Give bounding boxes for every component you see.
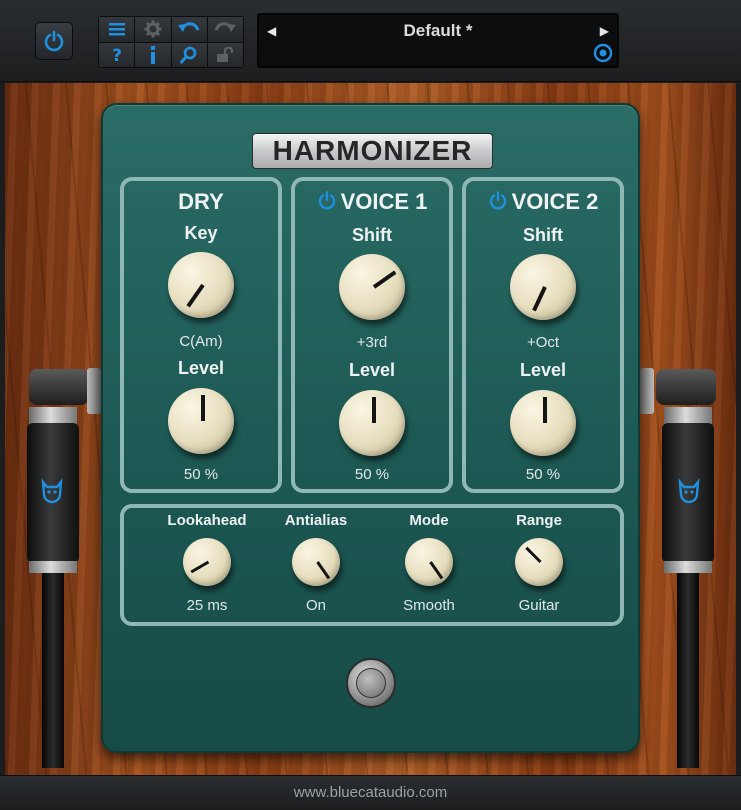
output-jack-socket (640, 368, 654, 414)
info-button[interactable] (135, 42, 171, 67)
dry-title: DRY (178, 189, 224, 214)
help-button[interactable]: ? (99, 42, 135, 67)
undo-icon (178, 22, 200, 33)
voice2-level-value: 50 % (525, 466, 561, 483)
harmonizer-pedal: HARMONIZER DRY Key C(Am) Level 50 % VOIC… (101, 103, 640, 753)
preset-status-indicator[interactable] (593, 43, 613, 68)
undo-button[interactable] (171, 17, 207, 42)
dry-section: DRY Key C(Am) Level 50 % (120, 177, 282, 493)
voice1-level-knob[interactable] (339, 390, 405, 456)
antialias-label: Antialias (284, 512, 348, 529)
voice2-shift-label: Shift (523, 225, 563, 245)
voice1-level-value: 50 % (354, 466, 390, 483)
antialias-value: On (305, 597, 326, 614)
voice2-section: VOICE 2 Shift +Oct Level 50 % (462, 177, 624, 493)
plugin-title: HARMONIZER (252, 133, 493, 169)
voice2-level-knob[interactable] (510, 390, 576, 456)
bypass-footswitch[interactable] (346, 658, 396, 708)
mode-knob[interactable] (405, 538, 453, 586)
antialias-toggle-knob[interactable] (292, 538, 340, 586)
lookahead-label: Lookahead (167, 512, 247, 529)
range-knob[interactable] (515, 538, 563, 586)
key-value: C(Am) (179, 333, 223, 350)
gear-icon (144, 20, 162, 38)
search-button[interactable] (171, 42, 207, 67)
menu-button[interactable] (99, 17, 135, 42)
voice2-power-toggle[interactable] (488, 191, 508, 217)
input-jack-socket (87, 368, 101, 414)
key-knob[interactable] (168, 252, 234, 318)
svg-text:?: ? (112, 46, 122, 64)
power-icon (489, 191, 506, 210)
search-icon (180, 46, 197, 64)
tool-button-grid: ? (98, 16, 244, 68)
top-toolbar: ? ◀ Default * ▶ (0, 0, 741, 82)
voice1-shift-knob[interactable] (339, 254, 405, 320)
mode-value: Smooth (403, 597, 455, 614)
bypass-power-button[interactable] (35, 22, 73, 60)
mode-label: Mode (409, 512, 449, 529)
footswitch-cap (356, 668, 386, 698)
bluecat-logo-icon (38, 476, 66, 504)
dry-level-value: 50 % (183, 466, 219, 483)
voice1-title-row: VOICE 1 (295, 189, 449, 217)
redo-icon (214, 22, 237, 33)
triangle-right-icon: ▶ (599, 24, 609, 38)
voice2-level-label: Level (519, 360, 567, 380)
redo-button[interactable] (207, 17, 243, 42)
lookahead-knob[interactable] (183, 538, 231, 586)
menu-icon (108, 23, 125, 36)
power-icon (593, 43, 613, 63)
range-label: Range (516, 512, 562, 529)
voice1-shift-label: Shift (352, 225, 392, 245)
voice1-level-label: Level (348, 360, 396, 380)
voice1-title: VOICE 1 (340, 189, 428, 214)
dry-level-label: Level (177, 358, 225, 378)
bluecat-logo-icon (675, 476, 703, 504)
info-icon (150, 45, 155, 64)
footer-bar: www.bluecataudio.com (0, 775, 741, 810)
voice2-title: VOICE 2 (511, 189, 599, 214)
help-icon: ? (112, 46, 122, 64)
lock-icon (217, 46, 234, 62)
lock-button[interactable] (207, 42, 243, 67)
preset-name[interactable]: Default * (259, 21, 617, 41)
key-label: Key (184, 223, 218, 243)
range-value: Guitar (518, 597, 560, 614)
voice1-shift-value: +3rd (356, 334, 388, 351)
power-icon (44, 30, 64, 52)
next-preset-button[interactable]: ▶ (600, 24, 609, 38)
website-link[interactable]: www.bluecataudio.com (294, 784, 447, 801)
lookahead-value: 25 ms (186, 597, 228, 614)
voice1-section: VOICE 1 Shift +3rd Level 50 % (291, 177, 453, 493)
voice2-shift-value: +Oct (526, 334, 560, 351)
preset-selector[interactable]: ◀ Default * ▶ (257, 13, 619, 68)
dry-level-knob[interactable] (168, 388, 234, 454)
options-section: Lookahead 25 ms Antialias On Mode Smooth… (120, 504, 624, 626)
settings-button[interactable] (135, 17, 171, 42)
power-icon (318, 191, 335, 210)
voice1-power-toggle[interactable] (317, 191, 337, 217)
voice2-title-row: VOICE 2 (466, 189, 620, 217)
voice2-shift-knob[interactable] (510, 254, 576, 320)
